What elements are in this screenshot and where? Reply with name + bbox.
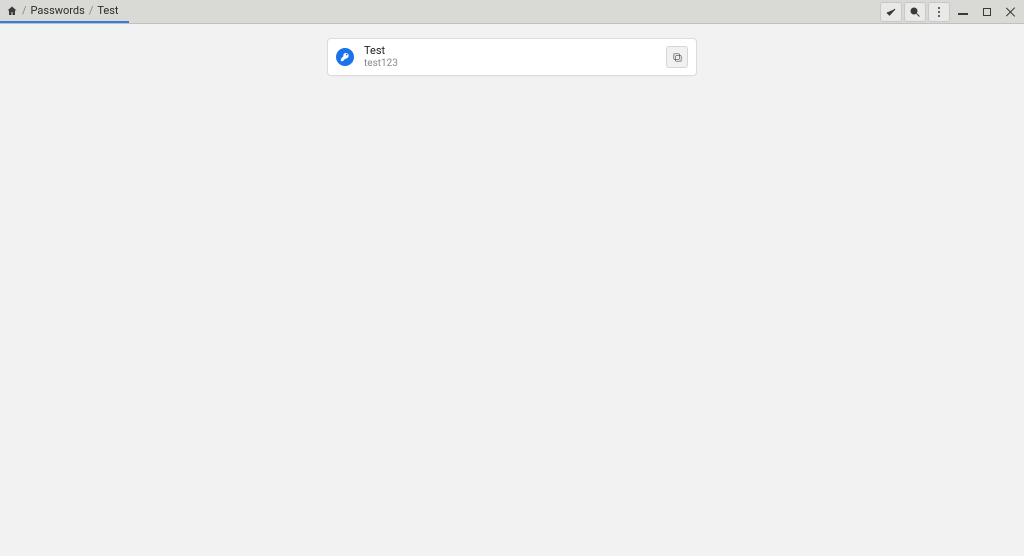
- window-maximize-button[interactable]: [976, 2, 998, 22]
- home-icon: [6, 5, 18, 17]
- header-bar: / Passwords / Test: [0, 0, 1024, 24]
- breadcrumb[interactable]: / Passwords / Test: [0, 0, 129, 23]
- close-icon: [1006, 7, 1016, 17]
- header-actions: [880, 0, 1024, 23]
- password-entry-card[interactable]: Test test123: [327, 38, 697, 76]
- breadcrumb-separator: /: [89, 4, 94, 17]
- entry-text: Test test123: [364, 45, 656, 69]
- more-menu-button[interactable]: [928, 2, 950, 22]
- main-content: Test test123: [0, 24, 1024, 76]
- confirm-button[interactable]: [880, 2, 902, 22]
- copy-icon: [672, 52, 683, 63]
- breadcrumb-section[interactable]: Passwords: [31, 4, 85, 17]
- minimize-icon: [958, 13, 968, 15]
- search-button[interactable]: [904, 2, 926, 22]
- breadcrumb-separator: /: [22, 4, 27, 17]
- window-close-button[interactable]: [1000, 2, 1022, 22]
- window-minimize-button[interactable]: [952, 2, 974, 22]
- maximize-icon: [983, 8, 991, 16]
- key-icon: [336, 48, 354, 66]
- entry-title: Test: [364, 45, 656, 58]
- kebab-menu-icon: [938, 7, 940, 17]
- entry-username: test123: [364, 58, 656, 70]
- breadcrumb-item[interactable]: Test: [97, 4, 118, 17]
- copy-button[interactable]: [666, 46, 688, 68]
